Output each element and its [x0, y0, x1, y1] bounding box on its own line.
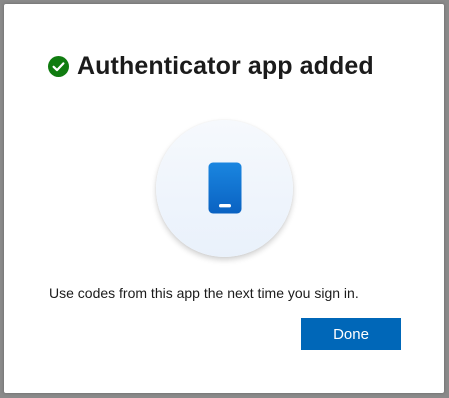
dialog-message: Use codes from this app the next time yo… [49, 285, 359, 301]
checkmark-circle-icon [48, 56, 69, 77]
dialog: Authenticator app added Use codes from t… [4, 4, 444, 393]
dialog-title: Authenticator app added [77, 52, 374, 80]
smartphone-icon [208, 162, 242, 214]
dialog-header: Authenticator app added [48, 52, 374, 81]
illustration-circle [156, 120, 293, 257]
done-button[interactable]: Done [301, 318, 401, 350]
